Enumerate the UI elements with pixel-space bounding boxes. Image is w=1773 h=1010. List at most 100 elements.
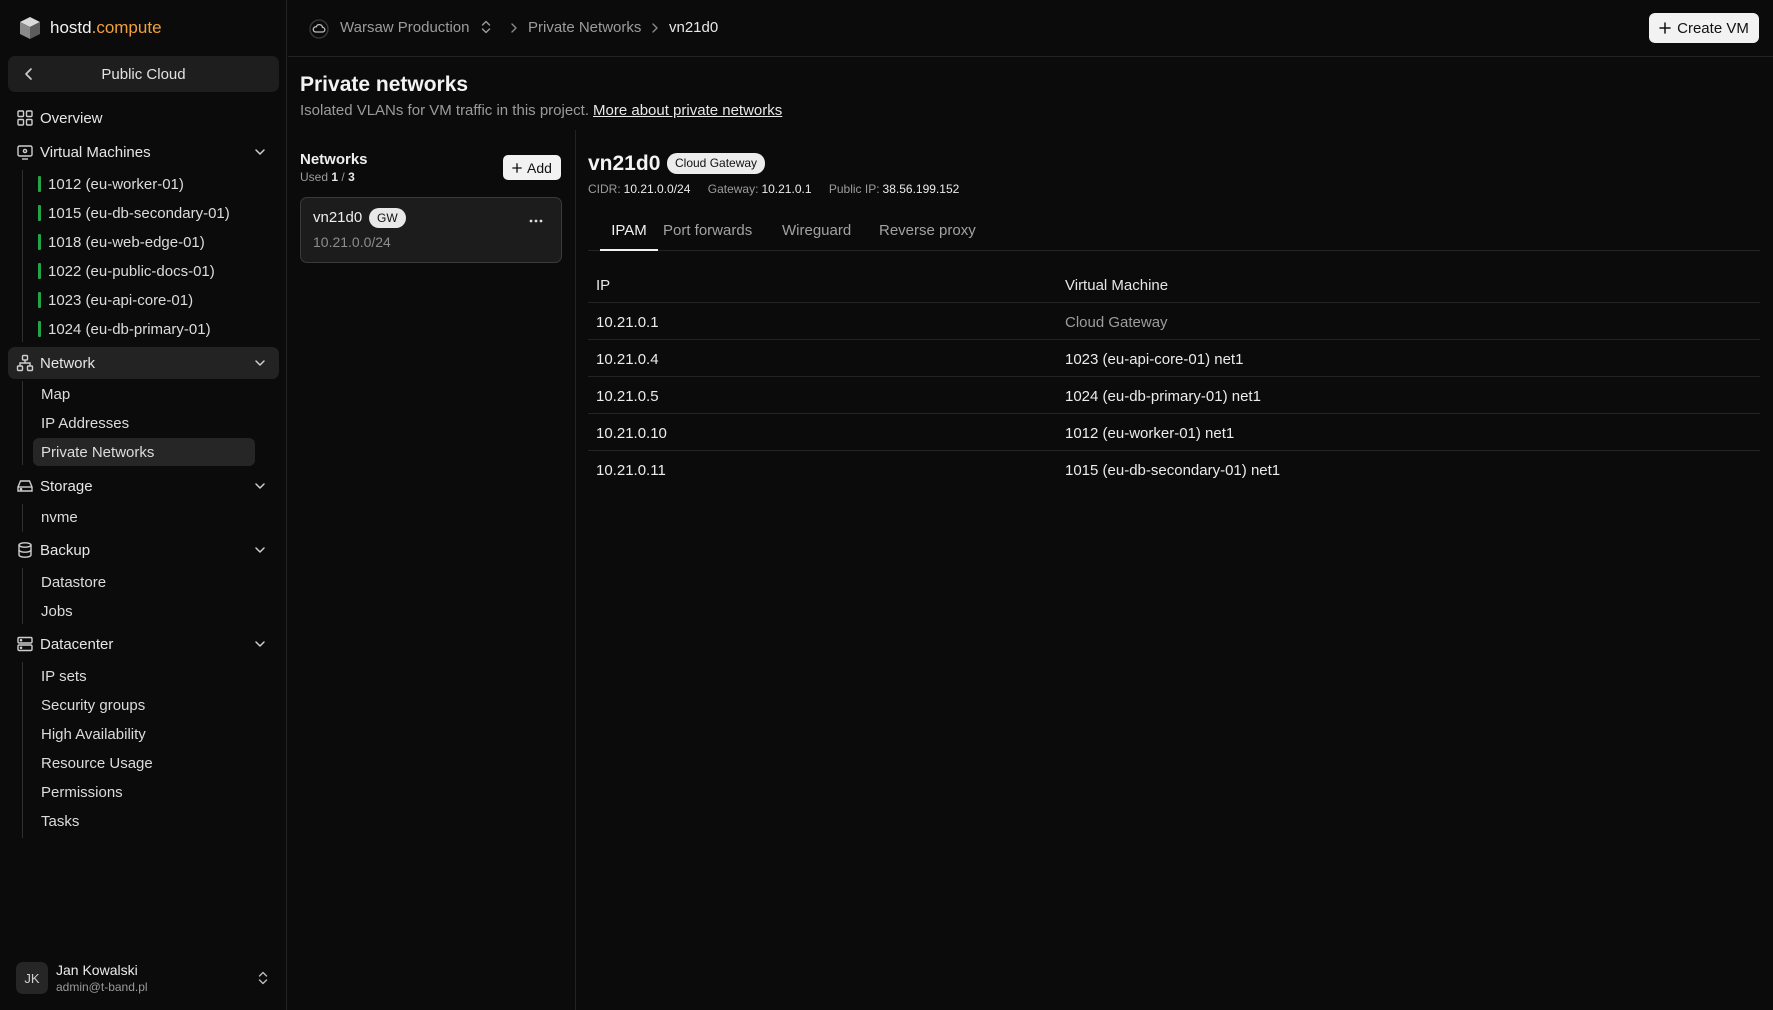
table-row[interactable]: 10.21.0.10 1012 (eu-worker-01) net1	[588, 414, 1760, 451]
network-detail-name: vn21d0	[588, 152, 661, 175]
user-name: Jan Kowalski	[56, 962, 138, 978]
vm-label: 1018 (eu-web-edge-01)	[48, 233, 205, 251]
vm-item[interactable]: 1022 (eu-public-docs-01)	[38, 258, 215, 284]
more-horizontal-icon[interactable]	[527, 212, 545, 230]
chevrons-up-down-icon[interactable]	[479, 19, 493, 35]
sidebar-item-map[interactable]: Map	[33, 380, 70, 408]
sidebar-item-datastore[interactable]: Datastore	[33, 568, 106, 596]
sidebar-item-backup[interactable]: Backup	[8, 534, 279, 566]
sidebar-item-security-groups[interactable]: Security groups	[33, 691, 145, 719]
gateway-label: Gateway:	[707, 182, 759, 196]
chevron-down-icon[interactable]	[253, 637, 267, 651]
context-switcher[interactable]: Public Cloud	[8, 56, 279, 92]
learn-more-link[interactable]: More about private networks	[593, 102, 782, 119]
sidebar-item-permissions[interactable]: Permissions	[33, 778, 123, 806]
gateway-value: 10.21.0.1	[761, 182, 812, 196]
chevron-down-icon[interactable]	[253, 479, 267, 493]
ip-cell: 10.21.0.4	[596, 351, 659, 368]
sidebar-item-label: Permissions	[41, 783, 123, 801]
sidebar-item-label: IP Addresses	[41, 414, 130, 432]
chevron-down-icon[interactable]	[253, 145, 267, 159]
ip-cell: 10.21.0.5	[596, 388, 659, 405]
brand-logo[interactable]: hostd.compute	[18, 16, 162, 40]
add-network-button[interactable]: Add	[503, 155, 561, 180]
sidebar-item-label: Overview	[40, 110, 103, 127]
table-row[interactable]: 10.21.0.4 1023 (eu-api-core-01) net1	[588, 340, 1760, 377]
chevron-down-icon[interactable]	[253, 543, 267, 557]
sidebar-item-ip-sets[interactable]: IP sets	[33, 662, 87, 690]
vm-label: 1022 (eu-public-docs-01)	[48, 262, 215, 280]
table-row[interactable]: 10.21.0.11 1015 (eu-db-secondary-01) net…	[588, 451, 1760, 488]
brand-name: hostd.compute	[50, 18, 162, 37]
column-header-vm: Virtual Machine	[1065, 277, 1169, 294]
create-vm-button[interactable]: Create VM	[1649, 13, 1759, 43]
status-bar	[38, 321, 41, 337]
tree-line	[22, 170, 23, 342]
networks-panel: Networks Used 1 / 3 Add vn21d0 GW 10.21.…	[288, 130, 576, 1010]
tab-reverse-proxy[interactable]: Reverse proxy	[879, 222, 976, 251]
vm-item[interactable]: 1018 (eu-web-edge-01)	[38, 229, 205, 255]
vm-item[interactable]: 1024 (eu-db-primary-01)	[38, 316, 211, 342]
plus-icon	[512, 162, 522, 173]
tab-port-forwards[interactable]: Port forwards	[663, 222, 752, 251]
vm-label: 1015 (eu-db-secondary-01)	[48, 204, 230, 222]
sidebar-item-virtual-machines[interactable]: Virtual Machines	[8, 136, 279, 168]
sidebar-item-label: Security groups	[41, 696, 146, 714]
sidebar-item-tasks[interactable]: Tasks	[33, 807, 79, 835]
user-email: admin@t-band.pl	[56, 980, 148, 994]
tab-wireguard[interactable]: Wireguard	[782, 222, 851, 251]
sidebar-item-label: Network	[40, 355, 96, 372]
sidebar-item-network[interactable]: Network	[8, 347, 279, 379]
sidebar-item-ip-addresses[interactable]: IP Addresses	[33, 409, 129, 437]
context-label: Public Cloud	[101, 65, 186, 83]
breadcrumb-private-networks[interactable]: Private Networks	[528, 19, 641, 36]
hard-drive-icon	[17, 480, 33, 492]
user-menu[interactable]: JK Jan Kowalski admin@t-band.pl	[16, 960, 276, 996]
subtitle-text: Isolated VLANs for VM traffic in this pr…	[300, 102, 590, 119]
vm-item[interactable]: 1015 (eu-db-secondary-01)	[38, 200, 230, 226]
sidebar-item-overview[interactable]: Overview	[8, 102, 279, 134]
table-row[interactable]: 10.21.0.1 Cloud Gateway	[588, 303, 1760, 340]
sidebar-item-storage[interactable]: Storage	[8, 470, 279, 502]
public-ip-value: 38.56.199.152	[882, 182, 960, 196]
page-subtitle: Isolated VLANs for VM traffic in this pr…	[300, 102, 782, 119]
sidebar-item-private-networks[interactable]: Private Networks	[33, 438, 255, 466]
usage-label: Used	[300, 170, 329, 184]
tab-ipam[interactable]: IPAM	[600, 222, 658, 251]
status-bar	[38, 292, 41, 308]
sidebar-item-label: Datacenter	[40, 636, 114, 653]
sidebar-item-high-availability[interactable]: High Availability	[33, 720, 146, 748]
network-icon	[16, 354, 34, 372]
network-card[interactable]: vn21d0 GW 10.21.0.0/24	[300, 197, 562, 263]
vm-cell: 1015 (eu-db-secondary-01) net1	[1065, 462, 1281, 479]
sidebar-item-resource-usage[interactable]: Resource Usage	[33, 749, 153, 777]
top-bar: Warsaw Production Private Networks vn21d…	[288, 0, 1773, 57]
project-switcher[interactable]: Warsaw Production	[340, 19, 470, 36]
chevrons-up-down-icon[interactable]	[256, 970, 270, 986]
chevron-down-icon[interactable]	[253, 356, 267, 370]
usage-total: 3	[348, 170, 355, 184]
sidebar-item-label: Private Networks	[41, 443, 155, 461]
vm-cell: 1024 (eu-db-primary-01) net1	[1065, 388, 1261, 405]
vm-cell: 1012 (eu-worker-01) net1	[1065, 425, 1235, 442]
ip-cell: 10.21.0.11	[596, 462, 666, 479]
vm-item[interactable]: 1012 (eu-worker-01)	[38, 171, 184, 197]
detail-tabs: IPAM Port forwards Wireguard Reverse pro…	[588, 218, 1760, 251]
sidebar-item-nvme[interactable]: nvme	[33, 503, 78, 531]
create-vm-label: Create VM	[1677, 19, 1749, 37]
cloud-icon	[309, 19, 329, 39]
chevron-left-icon[interactable]	[20, 65, 38, 83]
vm-item[interactable]: 1023 (eu-api-core-01)	[38, 287, 193, 313]
sidebar-item-label: Datastore	[41, 573, 107, 591]
network-cidr: 10.21.0.0/24	[313, 234, 391, 250]
status-bar	[38, 205, 41, 221]
vm-cell: Cloud Gateway	[1065, 314, 1168, 331]
monitor-icon	[17, 145, 33, 160]
sidebar-item-jobs[interactable]: Jobs	[33, 597, 73, 625]
tree-line	[22, 381, 23, 465]
sidebar-item-label: Storage	[40, 478, 93, 495]
table-header: IP Virtual Machine	[588, 266, 1760, 303]
sidebar-item-datacenter[interactable]: Datacenter	[8, 628, 279, 660]
sidebar-item-label: Virtual Machines	[40, 144, 151, 161]
table-row[interactable]: 10.21.0.5 1024 (eu-db-primary-01) net1	[588, 377, 1760, 414]
